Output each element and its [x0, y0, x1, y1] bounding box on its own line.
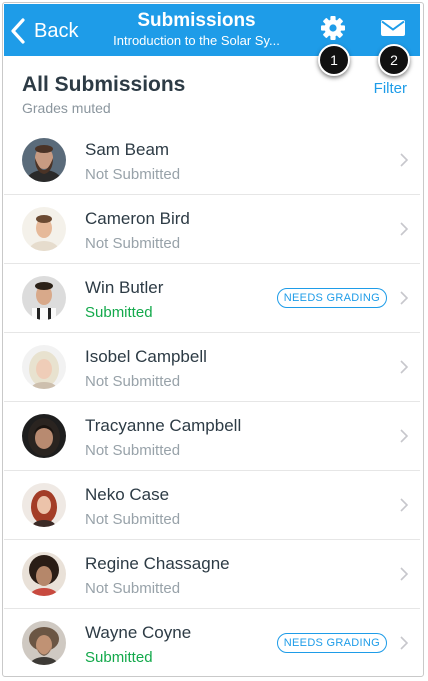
chevron-right-icon — [400, 498, 408, 512]
chevron-right-icon — [400, 429, 408, 443]
chevron-left-icon — [11, 18, 25, 44]
submission-status: Not Submitted — [85, 442, 181, 459]
grades-muted-label: Grades muted — [22, 100, 111, 116]
list-item[interactable]: Sam Beam Not Submitted — [4, 126, 420, 195]
chevron-right-icon — [400, 360, 408, 374]
submission-status: Not Submitted — [85, 373, 181, 390]
filter-button[interactable]: Filter — [374, 80, 407, 97]
list-item[interactable]: Wayne Coyne Submitted NEEDS GRADING — [4, 609, 420, 677]
submissions-list: Sam Beam Not Submitted Cameron Bird Not … — [4, 126, 420, 677]
back-label: Back — [34, 19, 79, 42]
mail-icon[interactable] — [380, 18, 406, 38]
chevron-right-icon — [400, 222, 408, 236]
section-title: All Submissions — [22, 73, 186, 96]
student-name: Regine Chassagne — [85, 554, 230, 573]
student-name: Isobel Campbell — [85, 347, 207, 366]
student-name: Cameron Bird — [85, 209, 190, 228]
chevron-right-icon — [400, 291, 408, 305]
avatar — [22, 621, 66, 665]
chevron-right-icon — [400, 636, 408, 650]
callout-2: 2 — [378, 44, 410, 76]
chevron-right-icon — [400, 153, 408, 167]
student-name: Neko Case — [85, 485, 170, 504]
avatar — [22, 483, 66, 527]
student-name: Wayne Coyne — [85, 623, 192, 642]
submission-status: Not Submitted — [85, 166, 181, 183]
submission-status: Submitted — [85, 304, 153, 321]
navigation-bar: Back Submissions Introduction to the Sol… — [4, 4, 420, 56]
callout-1: 1 — [318, 44, 350, 76]
student-name: Tracyanne Campbell — [85, 416, 242, 435]
page-title: Submissions — [137, 10, 256, 31]
list-item[interactable]: Regine Chassagne Not Submitted — [4, 540, 420, 609]
needs-grading-badge: NEEDS GRADING — [276, 288, 387, 308]
avatar — [22, 207, 66, 251]
submission-status: Submitted — [85, 649, 153, 666]
submission-status: Not Submitted — [85, 235, 181, 252]
avatar — [22, 276, 66, 320]
avatar — [22, 345, 66, 389]
gear-icon[interactable] — [320, 15, 346, 41]
list-item[interactable]: Neko Case Not Submitted — [4, 471, 420, 540]
avatar — [22, 414, 66, 458]
list-item[interactable]: Isobel Campbell Not Submitted — [4, 333, 420, 402]
chevron-right-icon — [400, 567, 408, 581]
list-item[interactable]: Tracyanne Campbell Not Submitted — [4, 402, 420, 471]
back-button[interactable]: Back — [10, 16, 78, 46]
student-name: Sam Beam — [85, 140, 170, 159]
nav-titles: Submissions Introduction to the Solar Sy… — [94, 10, 299, 50]
avatar — [22, 138, 66, 182]
list-item[interactable]: Win Butler Submitted NEEDS GRADING — [4, 264, 420, 333]
student-name: Win Butler — [85, 278, 164, 297]
list-item[interactable]: Cameron Bird Not Submitted — [4, 195, 420, 264]
course-subtitle: Introduction to the Solar Sy... — [113, 33, 280, 48]
submission-status: Not Submitted — [85, 580, 181, 597]
submission-status: Not Submitted — [85, 511, 181, 528]
avatar — [22, 552, 66, 596]
needs-grading-badge: NEEDS GRADING — [276, 633, 387, 653]
